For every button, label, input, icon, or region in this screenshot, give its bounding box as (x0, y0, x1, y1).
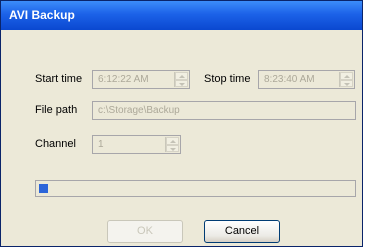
start-time-spinner[interactable] (174, 72, 188, 87)
stop-time-field[interactable]: 8:23:40 AM (258, 70, 355, 89)
file-path-label: File path (35, 104, 78, 116)
avi-backup-dialog: AVI Backup Start time 6:12:22 AM Stop ti… (0, 0, 363, 247)
channel-label: Channel (35, 138, 76, 150)
start-time-label: Start time (35, 73, 83, 85)
progress-fill (39, 184, 48, 193)
window-title: AVI Backup (1, 1, 362, 30)
channel-up-arrow-icon[interactable] (166, 137, 179, 145)
start-time-down-arrow-icon[interactable] (175, 79, 188, 87)
file-path-field[interactable]: c:\Storage\Backup (92, 101, 356, 120)
start-time-up-arrow-icon[interactable] (175, 72, 188, 80)
channel-down-arrow-icon[interactable] (166, 144, 179, 152)
ok-button[interactable]: OK (107, 220, 183, 243)
stop-time-label: Stop time (204, 73, 251, 85)
channel-value: 1 (98, 139, 104, 150)
backup-progress-bar (35, 180, 356, 197)
stop-time-value: 8:23:40 AM (264, 74, 315, 85)
channel-field[interactable]: 1 (92, 135, 181, 154)
stop-time-up-arrow-icon[interactable] (340, 72, 353, 80)
stop-time-down-arrow-icon[interactable] (340, 79, 353, 87)
channel-spinner[interactable] (165, 137, 179, 152)
cancel-button[interactable]: Cancel (204, 220, 280, 243)
start-time-field[interactable]: 6:12:22 AM (92, 70, 190, 89)
start-time-value: 6:12:22 AM (98, 74, 149, 85)
stop-time-spinner[interactable] (339, 72, 353, 87)
